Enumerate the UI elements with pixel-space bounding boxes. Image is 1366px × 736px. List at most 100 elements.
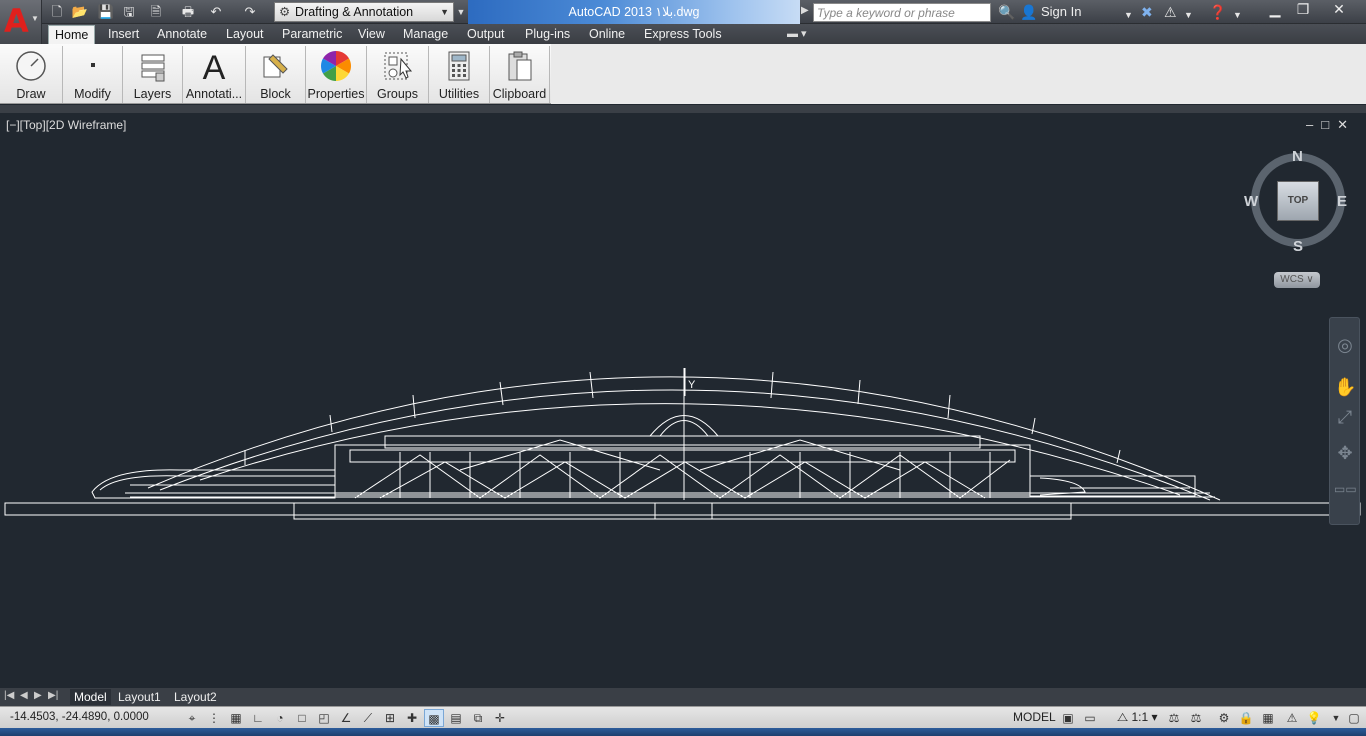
draw-panel-button[interactable]: Draw bbox=[0, 46, 63, 103]
application-menu-button[interactable]: A ▼ bbox=[0, 0, 42, 44]
annotation-scale[interactable]: ⧍ 1:1 ▾ bbox=[1117, 710, 1158, 725]
exchange-icon[interactable]: ✖ bbox=[1141, 3, 1153, 21]
grid-display-icon[interactable]: ▦ bbox=[226, 709, 246, 727]
plot-preview-icon[interactable]: 🗎 bbox=[144, 3, 168, 21]
last-layout-icon[interactable]: ▶| bbox=[48, 690, 58, 701]
snap-mode-icon[interactable]: ⋮ bbox=[204, 709, 224, 727]
steering-wheel-icon[interactable]: ◎ bbox=[1334, 334, 1356, 356]
community-icon[interactable]: ⚠ bbox=[1164, 3, 1177, 21]
compass-north[interactable]: N bbox=[1292, 148, 1303, 165]
tab-annotate[interactable]: Annotate bbox=[151, 25, 213, 44]
drawing-viewport[interactable]: Y [−][Top][2D Wireframe] –□✕ bbox=[0, 113, 1366, 688]
hardware-acceleration-icon[interactable]: ▦ bbox=[1258, 709, 1278, 727]
pan-hand-icon[interactable]: ✋ bbox=[1334, 376, 1356, 398]
lightbulb-icon[interactable]: 💡 bbox=[1304, 709, 1324, 727]
undo-icon[interactable]: ↶ bbox=[204, 3, 228, 21]
coordinate-readout[interactable]: -14.4503, -24.4890, 0.0000 bbox=[10, 711, 149, 723]
quick-access-menu-button[interactable]: ▼ bbox=[454, 2, 468, 22]
transparency-icon[interactable]: ▩ bbox=[424, 709, 444, 727]
infocenter-toggle-icon[interactable]: ▶ bbox=[801, 5, 809, 16]
layout-tab-layout2[interactable]: Layout2 bbox=[170, 689, 221, 705]
chevron-down-icon[interactable]: ▼ bbox=[1184, 6, 1193, 24]
layers-panel-button[interactable]: Layers bbox=[123, 46, 183, 103]
chevron-down-icon: ▼ bbox=[440, 7, 449, 17]
user-icon[interactable]: 👤 bbox=[1020, 3, 1037, 21]
zoom-extents-icon[interactable]: ⤢ bbox=[1334, 406, 1356, 428]
layout-tab-model[interactable]: Model bbox=[70, 689, 111, 705]
ribbon: Draw Modify Layers A Annotati... Block P… bbox=[0, 44, 1366, 104]
redo-icon[interactable]: ↷ bbox=[238, 3, 262, 21]
modify-icon bbox=[90, 63, 95, 67]
ortho-mode-icon[interactable]: ∟ bbox=[248, 709, 268, 727]
viewport-controls-label[interactable]: [−][Top][2D Wireframe] bbox=[6, 118, 126, 132]
annotation-visibility-icon[interactable]: ⚖ bbox=[1164, 709, 1184, 727]
save-as-icon[interactable]: 🖫 bbox=[120, 3, 138, 21]
isolate-objects-icon[interactable]: ⚠ bbox=[1282, 709, 1302, 727]
help-icon[interactable]: ❓ bbox=[1209, 3, 1226, 21]
lock-icon[interactable]: 🔒 bbox=[1236, 709, 1256, 727]
selection-cycling-icon[interactable]: ⧉ bbox=[468, 709, 488, 727]
tab-insert[interactable]: Insert bbox=[102, 25, 145, 44]
binoculars-icon[interactable]: 🔍 bbox=[998, 3, 1015, 21]
compass-east[interactable]: E bbox=[1337, 193, 1347, 210]
next-layout-icon[interactable]: ▶ bbox=[34, 690, 42, 701]
sign-in-link[interactable]: Sign In bbox=[1041, 3, 1081, 21]
viewcube-top-face[interactable]: TOP bbox=[1277, 181, 1319, 221]
tab-plug-ins[interactable]: Plug-ins bbox=[519, 25, 576, 44]
annotation-monitor-icon[interactable]: ✛ bbox=[490, 709, 510, 727]
search-input[interactable]: Type a keyword or phrase bbox=[813, 3, 991, 22]
quick-view-layouts-icon[interactable]: ▣ bbox=[1058, 709, 1078, 727]
properties-panel-button[interactable]: Properties bbox=[306, 46, 367, 103]
save-icon[interactable]: 💾 bbox=[97, 3, 115, 21]
compass-west[interactable]: W bbox=[1244, 193, 1258, 210]
close-button[interactable]: ✕ bbox=[1325, 0, 1353, 20]
workspace-switching-icon[interactable]: ⚙ bbox=[1214, 709, 1234, 727]
open-icon[interactable]: 📂 bbox=[71, 3, 89, 21]
tab-parametric[interactable]: Parametric bbox=[276, 25, 348, 44]
model-space-toggle[interactable]: MODEL bbox=[1013, 710, 1056, 724]
auto-scale-icon[interactable]: ⚖ bbox=[1186, 709, 1206, 727]
polar-tracking-icon[interactable]: ◔ bbox=[270, 709, 290, 727]
groups-panel-button[interactable]: Groups bbox=[367, 46, 429, 103]
orbit-icon[interactable]: ✥ bbox=[1334, 442, 1356, 464]
compass-south[interactable]: S bbox=[1293, 238, 1303, 255]
wcs-menu-button[interactable]: WCS ∨ bbox=[1274, 272, 1320, 288]
quick-properties-icon[interactable]: ▤ bbox=[446, 709, 466, 727]
3d-object-snap-icon[interactable]: ◰ bbox=[314, 709, 334, 727]
clipboard-panel-button[interactable]: Clipboard bbox=[490, 46, 550, 103]
chevron-down-icon[interactable]: ▼ bbox=[1233, 6, 1242, 24]
block-panel-button[interactable]: Block bbox=[246, 46, 306, 103]
new-icon[interactable]: 🗋 bbox=[48, 3, 66, 21]
first-layout-icon[interactable]: |◀ bbox=[4, 690, 14, 701]
chevron-down-icon[interactable]: ▼ bbox=[1124, 6, 1133, 24]
dynamic-ucs-icon[interactable]: ⟋ bbox=[358, 709, 378, 727]
restore-button[interactable]: ❐ bbox=[1289, 0, 1317, 20]
layout-tab-layout1[interactable]: Layout1 bbox=[114, 689, 165, 705]
tab-express-tools[interactable]: Express Tools bbox=[638, 25, 728, 44]
ribbon-minimize-icon[interactable]: ▬ ▾ bbox=[787, 27, 807, 40]
print-icon[interactable]: 🖶 bbox=[178, 3, 198, 21]
tab-manage[interactable]: Manage bbox=[397, 25, 454, 44]
drawing-canvas[interactable]: Y bbox=[0, 113, 1366, 688]
tab-output[interactable]: Output bbox=[461, 25, 511, 44]
showmotion-icon[interactable]: ▭▭ bbox=[1334, 478, 1357, 500]
tab-home[interactable]: Home bbox=[48, 25, 96, 44]
prev-layout-icon[interactable]: ◀ bbox=[20, 690, 28, 701]
clean-screen-icon[interactable]: ▢ bbox=[1344, 709, 1364, 727]
tab-online[interactable]: Online bbox=[583, 25, 631, 44]
chevron-down-icon[interactable]: ▼ bbox=[1326, 709, 1346, 727]
tab-layout[interactable]: Layout bbox=[220, 25, 270, 44]
quick-view-drawings-icon[interactable]: ▭ bbox=[1080, 709, 1100, 727]
object-snap-tracking-icon[interactable]: ∠ bbox=[336, 709, 356, 727]
minimize-button[interactable]: ▁ bbox=[1261, 0, 1289, 20]
tab-view[interactable]: View bbox=[352, 25, 391, 44]
utilities-panel-button[interactable]: Utilities bbox=[429, 46, 490, 103]
dynamic-input-icon[interactable]: ⊞ bbox=[380, 709, 400, 727]
lineweight-icon[interactable]: ✚ bbox=[402, 709, 422, 727]
modify-panel-button[interactable]: Modify bbox=[63, 46, 123, 103]
annotation-panel-button[interactable]: A Annotati... bbox=[183, 46, 246, 103]
object-snap-icon[interactable]: □ bbox=[292, 709, 312, 727]
viewport-window-controls[interactable]: –□✕ bbox=[1306, 117, 1356, 133]
workspace-selector[interactable]: ⚙ Drafting & Annotation ▼ bbox=[274, 2, 454, 22]
infer-constraints-icon[interactable]: ⌖ bbox=[182, 709, 202, 727]
